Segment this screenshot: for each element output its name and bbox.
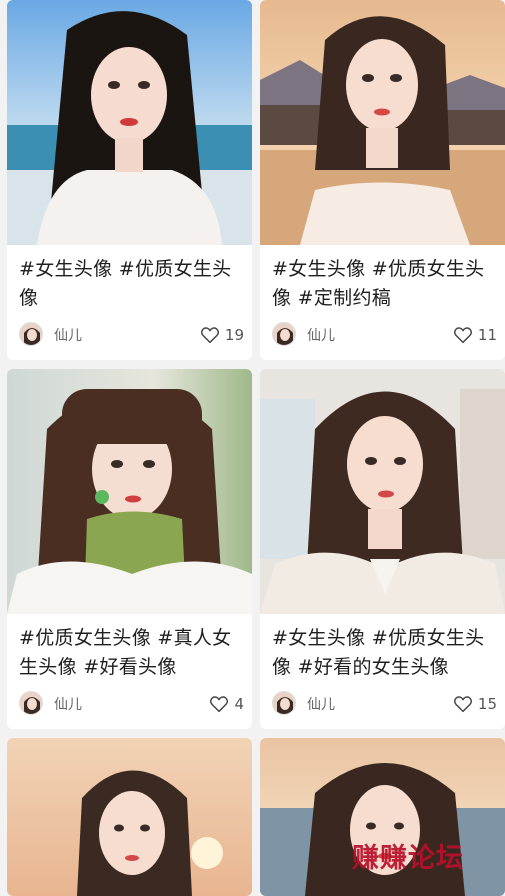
post-image[interactable]	[7, 369, 252, 614]
sunset-temple-portrait-icon	[260, 0, 505, 245]
green-scarf-portrait-icon	[7, 369, 252, 614]
author-avatar[interactable]	[272, 691, 296, 715]
post-meta: 仙儿 11	[272, 322, 497, 348]
post-image[interactable]	[260, 369, 505, 614]
beach-portrait-icon	[7, 0, 252, 245]
post-meta: 仙儿 4	[19, 691, 244, 717]
post-image[interactable]	[260, 0, 505, 245]
post-meta: 仙儿 15	[272, 691, 497, 717]
post-title[interactable]: #优质女生头像 #真人女生头像 #好看头像	[19, 624, 244, 682]
like-button[interactable]: 15	[452, 691, 497, 717]
post-card[interactable]: #女生头像 #优质女生头像 #好看的女生头像 仙儿 15	[260, 369, 505, 729]
author-name[interactable]: 仙儿	[54, 694, 82, 714]
post-image[interactable]	[7, 0, 252, 245]
heart-outline-icon	[200, 327, 219, 344]
like-count: 19	[224, 326, 244, 344]
author-avatar[interactable]	[19, 322, 43, 346]
like-button[interactable]: 11	[452, 322, 497, 348]
post-title[interactable]: #女生头像 #优质女生头像 #定制约稿	[272, 255, 497, 313]
like-count: 4	[234, 695, 244, 713]
author-name[interactable]: 仙儿	[307, 325, 335, 345]
watermark-text: 赚赚论坛	[352, 843, 464, 874]
post-feed: #女生头像 #优质女生头像 仙儿 19 #女生头像 #优质女生头像 #定制约稿 …	[0, 0, 505, 896]
author-avatar[interactable]	[19, 691, 43, 715]
heart-outline-icon	[453, 327, 472, 344]
author-name[interactable]: 仙儿	[54, 325, 82, 345]
like-button[interactable]: 4	[208, 691, 244, 717]
heart-outline-icon	[210, 696, 229, 713]
sunset-bob-portrait-icon	[7, 738, 252, 896]
blazer-portrait-icon	[260, 369, 505, 614]
like-count: 11	[477, 326, 497, 344]
post-card[interactable]: #女生头像 #优质女生头像 仙儿 19	[7, 0, 252, 360]
like-button[interactable]: 19	[199, 322, 244, 348]
post-image[interactable]	[7, 738, 252, 896]
post-meta: 仙儿 19	[19, 322, 244, 348]
heart-outline-icon	[453, 696, 472, 713]
author-name[interactable]: 仙儿	[307, 694, 335, 714]
post-title[interactable]: #女生头像 #优质女生头像 #好看的女生头像	[272, 624, 497, 682]
post-title[interactable]: #女生头像 #优质女生头像	[19, 255, 244, 313]
post-card[interactable]	[7, 738, 252, 896]
author-avatar[interactable]	[272, 322, 296, 346]
post-card[interactable]: #女生头像 #优质女生头像 #定制约稿 仙儿 11	[260, 0, 505, 360]
post-card[interactable]: #优质女生头像 #真人女生头像 #好看头像 仙儿 4	[7, 369, 252, 729]
like-count: 15	[477, 695, 497, 713]
